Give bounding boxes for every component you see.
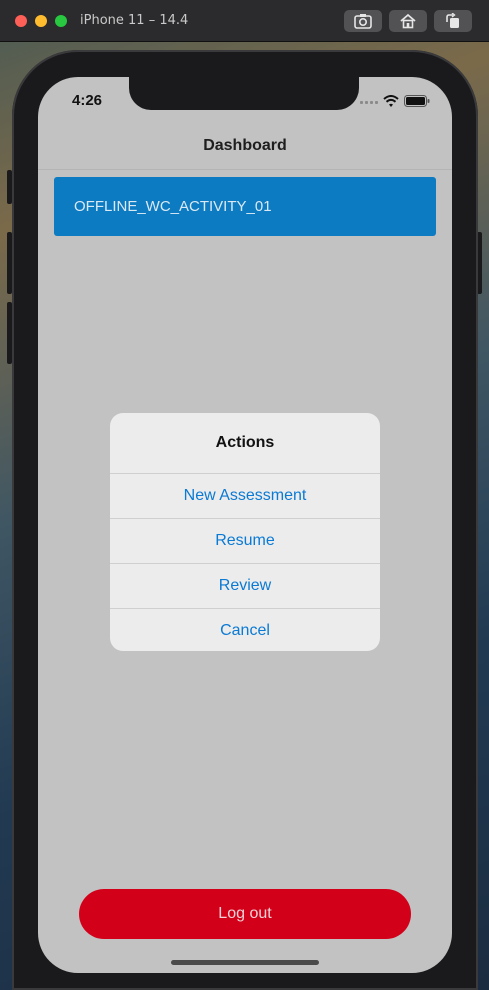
rotate-button[interactable]	[434, 10, 472, 32]
logout-button[interactable]: Log out	[79, 889, 411, 939]
rotate-icon	[446, 13, 459, 28]
page-title: Dashboard	[203, 137, 287, 154]
screenshot-button[interactable]	[344, 10, 382, 32]
simulator-titlebar: iPhone 11 – 14.4	[0, 0, 489, 42]
new-assessment-button[interactable]: New Assessment	[110, 473, 380, 518]
window-title: iPhone 11 – 14.4	[80, 13, 189, 28]
notch	[129, 77, 359, 110]
review-button[interactable]: Review	[110, 563, 380, 608]
minimize-window-button[interactable]	[35, 15, 47, 27]
battery-icon	[404, 95, 430, 107]
home-indicator[interactable]	[171, 960, 319, 965]
close-window-button[interactable]	[15, 15, 27, 27]
actions-alert: Actions New Assessment Resume Review Can…	[110, 413, 380, 651]
home-icon	[400, 13, 416, 29]
status-icons	[360, 95, 430, 107]
navigation-bar: Dashboard	[38, 121, 452, 170]
screenshot-icon	[354, 14, 372, 29]
home-button[interactable]	[389, 10, 427, 32]
activity-item[interactable]: OFFLINE_WC_ACTIVITY_01	[54, 177, 436, 236]
cancel-button[interactable]: Cancel	[110, 608, 380, 651]
alert-title: Actions	[215, 434, 275, 451]
signal-icon	[360, 101, 378, 104]
status-time: 4:26	[72, 92, 103, 109]
zoom-window-button[interactable]	[55, 15, 67, 27]
device-screen: 4:26 Dashboard OFFLINE_WC_ACTIVITY_01 Ac…	[38, 77, 452, 973]
wifi-icon	[383, 95, 399, 107]
activity-item-label: OFFLINE_WC_ACTIVITY_01	[74, 198, 272, 215]
resume-button[interactable]: Resume	[110, 518, 380, 563]
